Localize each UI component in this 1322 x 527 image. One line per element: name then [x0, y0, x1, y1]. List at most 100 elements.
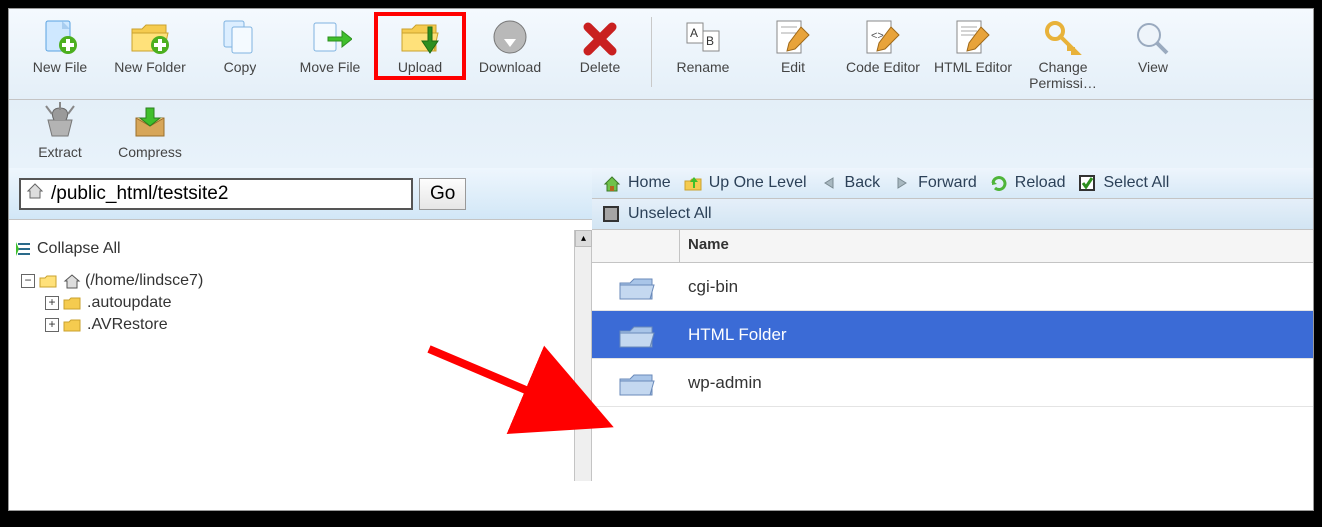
- copy-icon: [218, 17, 262, 57]
- forward-button[interactable]: Forward: [892, 174, 977, 192]
- file-manager-window: New File New Folder Copy Move File Uploa…: [8, 8, 1314, 511]
- html-editor-button[interactable]: HTML Editor: [930, 15, 1016, 77]
- rename-icon: AB: [681, 17, 725, 57]
- compress-button[interactable]: Compress: [107, 100, 193, 162]
- move-file-button[interactable]: Move File: [287, 15, 373, 77]
- tree-item-autoupdate[interactable]: + .autoupdate: [21, 294, 568, 312]
- move-file-icon: [308, 17, 352, 57]
- unselect-all-button[interactable]: Unselect All: [602, 205, 712, 223]
- reload-label: Reload: [1015, 174, 1066, 192]
- tree-root[interactable]: − (/home/lindsce7): [21, 272, 568, 290]
- folder-tree: − (/home/lindsce7) + .autoupdate + .AVRe…: [15, 272, 568, 334]
- path-bar: Go: [9, 168, 592, 220]
- main-panes: Collapse All − (/home/lindsce7) + .autou…: [9, 230, 1313, 481]
- view-button[interactable]: View: [1110, 15, 1196, 77]
- rename-label: Rename: [677, 59, 730, 75]
- delete-label: Delete: [580, 59, 620, 75]
- move-file-label: Move File: [300, 59, 361, 75]
- compress-label: Compress: [118, 144, 182, 160]
- navigation-bar-row2: Unselect All: [592, 199, 1313, 230]
- extract-label: Extract: [38, 144, 82, 160]
- up-level-icon: [683, 174, 703, 192]
- unselect-all-label: Unselect All: [628, 205, 712, 223]
- reload-button[interactable]: Reload: [989, 174, 1066, 192]
- collapse-all-button[interactable]: Collapse All: [15, 240, 568, 258]
- expand-box-icon[interactable]: +: [45, 296, 59, 310]
- unselect-all-icon: [602, 205, 622, 223]
- table-row[interactable]: HTML Folder: [592, 311, 1313, 359]
- download-button[interactable]: Download: [467, 15, 553, 77]
- code-editor-label: Code Editor: [846, 59, 920, 75]
- svg-text:B: B: [706, 34, 714, 48]
- change-permissions-button[interactable]: Change Permissi…: [1020, 15, 1106, 93]
- key-icon: [1041, 17, 1085, 57]
- download-icon: [488, 17, 532, 57]
- rename-button[interactable]: AB Rename: [660, 15, 746, 77]
- select-all-label: Select All: [1104, 174, 1170, 192]
- up-one-level-button[interactable]: Up One Level: [683, 174, 807, 192]
- expand-box-icon[interactable]: +: [45, 318, 59, 332]
- upload-label: Upload: [398, 59, 442, 75]
- edit-label: Edit: [781, 59, 805, 75]
- home-button[interactable]: Home: [602, 174, 671, 192]
- toolbar-row2: Extract Compress: [9, 100, 1313, 168]
- collapse-icon: [15, 241, 33, 257]
- home-icon: [25, 181, 47, 206]
- forward-label: Forward: [918, 174, 977, 192]
- folder-icon: [592, 319, 680, 351]
- home-label: Home: [628, 174, 671, 192]
- upload-button[interactable]: Upload: [377, 15, 463, 77]
- folder-open-icon: [39, 273, 59, 289]
- new-file-icon: [38, 17, 82, 57]
- tree-item-avrestore[interactable]: + .AVRestore: [21, 316, 568, 334]
- extract-icon: [38, 102, 82, 142]
- change-permissions-label: Change Permissi…: [1021, 59, 1105, 91]
- back-icon: [819, 174, 839, 192]
- select-all-button[interactable]: Select All: [1078, 174, 1170, 192]
- vertical-scrollbar[interactable]: ▴: [575, 230, 592, 481]
- file-list-pane: Name cgi-bin HTML Folder wp-admin: [592, 230, 1313, 481]
- tree-root-label: (/home/lindsce7): [85, 272, 203, 290]
- up-label: Up One Level: [709, 174, 807, 192]
- back-label: Back: [845, 174, 881, 192]
- row-name: cgi-bin: [680, 277, 738, 297]
- row-name: HTML Folder: [680, 325, 787, 345]
- path-input-group: [19, 178, 413, 210]
- table-row[interactable]: cgi-bin: [592, 263, 1313, 311]
- folder-tree-pane: Collapse All − (/home/lindsce7) + .autou…: [9, 230, 575, 481]
- row-name: wp-admin: [680, 373, 762, 393]
- edit-button[interactable]: Edit: [750, 15, 836, 77]
- new-folder-label: New Folder: [114, 59, 186, 75]
- folder-icon: [63, 317, 83, 333]
- code-editor-icon: <>: [861, 17, 905, 57]
- edit-icon: [771, 17, 815, 57]
- table-row[interactable]: wp-admin: [592, 359, 1313, 407]
- svg-text:A: A: [690, 26, 698, 40]
- scroll-up-button[interactable]: ▴: [575, 230, 592, 247]
- tree-item-label: .autoupdate: [87, 294, 172, 312]
- back-button[interactable]: Back: [819, 174, 881, 192]
- new-folder-button[interactable]: New Folder: [107, 15, 193, 77]
- select-all-icon: [1078, 174, 1098, 192]
- table-header: Name: [592, 230, 1313, 263]
- reload-icon: [989, 174, 1009, 192]
- new-file-button[interactable]: New File: [17, 15, 103, 77]
- delete-icon: [578, 17, 622, 57]
- home-small-icon: [63, 273, 81, 289]
- home-nav-icon: [602, 174, 622, 192]
- magnifier-icon: [1131, 17, 1175, 57]
- go-button[interactable]: Go: [419, 178, 466, 210]
- collapse-box-icon[interactable]: −: [21, 274, 35, 288]
- code-editor-button[interactable]: <> Code Editor: [840, 15, 926, 77]
- table-header-name[interactable]: Name: [680, 230, 1313, 262]
- download-label: Download: [479, 59, 541, 75]
- view-label: View: [1138, 59, 1168, 75]
- collapse-all-label: Collapse All: [37, 240, 121, 258]
- copy-button[interactable]: Copy: [197, 15, 283, 77]
- extract-button[interactable]: Extract: [17, 100, 103, 162]
- new-file-label: New File: [33, 59, 87, 75]
- compress-icon: [128, 102, 172, 142]
- path-input[interactable]: [47, 181, 411, 207]
- tree-item-label: .AVRestore: [87, 316, 168, 334]
- delete-button[interactable]: Delete: [557, 15, 643, 77]
